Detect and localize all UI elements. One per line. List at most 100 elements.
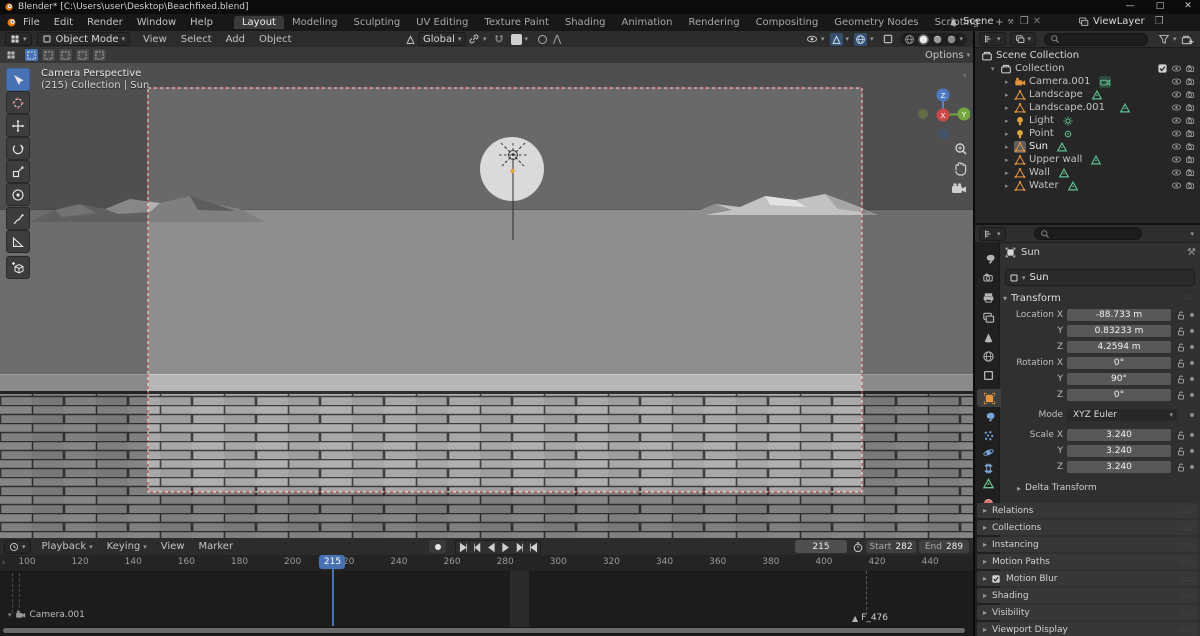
playhead-frame-badge[interactable]: 215 bbox=[319, 555, 346, 569]
shading-rendered-icon[interactable] bbox=[946, 34, 957, 45]
outliner-filter-button[interactable]: ▾ bbox=[1158, 33, 1177, 45]
lock-icon[interactable] bbox=[1176, 390, 1186, 401]
select-mode-new[interactable] bbox=[24, 48, 39, 62]
new-collection-button[interactable] bbox=[1181, 33, 1194, 46]
menu-file[interactable]: File bbox=[16, 17, 47, 28]
properties-tab-render[interactable] bbox=[977, 268, 999, 286]
overlays-toggle-icon[interactable] bbox=[854, 32, 868, 46]
mode-dropdown[interactable]: Object Mode ▾ bbox=[36, 32, 131, 46]
outliner-row-point[interactable]: ▸ Point bbox=[975, 127, 1200, 140]
eye-icon[interactable] bbox=[1171, 167, 1182, 178]
motion-blur-checkbox[interactable] bbox=[991, 574, 1001, 584]
eye-icon[interactable] bbox=[1171, 76, 1182, 87]
animate-dot[interactable] bbox=[1190, 449, 1194, 453]
eye-icon[interactable] bbox=[1171, 154, 1182, 165]
pin-id-icon[interactable]: ⚒ bbox=[1187, 247, 1196, 258]
timeline-menu-marker[interactable]: Marker bbox=[192, 541, 241, 552]
select-mode-invert[interactable] bbox=[75, 48, 90, 62]
workspace-tab-animation[interactable]: Animation bbox=[614, 16, 681, 29]
viewport-3d[interactable]: Camera Perspective (215) Collection | Su… bbox=[0, 63, 973, 538]
play-button[interactable] bbox=[498, 542, 512, 554]
disclosure-icon[interactable]: ▾ bbox=[991, 65, 1000, 73]
delta-transform-panel[interactable]: ▸ Delta Transform bbox=[1017, 483, 1097, 493]
options-dropdown[interactable]: Options ▾ bbox=[925, 50, 970, 61]
select-mode-subtract[interactable] bbox=[58, 48, 73, 62]
properties-tab-object-data[interactable] bbox=[977, 474, 999, 492]
disclosure-icon[interactable]: ▸ bbox=[1005, 169, 1014, 177]
eye-icon[interactable] bbox=[1171, 180, 1182, 191]
shading-wireframe-icon[interactable] bbox=[904, 34, 915, 45]
tool-annotate[interactable] bbox=[6, 207, 30, 230]
tool-transform[interactable] bbox=[6, 183, 30, 206]
lock-icon[interactable] bbox=[1176, 462, 1186, 473]
menu-edit[interactable]: Edit bbox=[47, 17, 80, 28]
transform-field-8[interactable]: 3.240 bbox=[1067, 445, 1171, 457]
outliner-row-sun[interactable]: ▸ Sun bbox=[975, 140, 1200, 153]
disclosure-icon[interactable]: ▸ bbox=[1005, 156, 1014, 164]
panel-grip[interactable]: :::: bbox=[1183, 293, 1196, 301]
outliner-row-collection[interactable]: ▾ Collection bbox=[975, 62, 1200, 75]
auto-key-button[interactable] bbox=[429, 540, 446, 553]
prev-keyframe-button[interactable] bbox=[470, 542, 484, 554]
minimize-button[interactable]: — bbox=[1118, 1, 1142, 11]
eye-icon[interactable] bbox=[1171, 89, 1182, 100]
lock-icon[interactable] bbox=[1176, 326, 1186, 337]
eye-icon[interactable] bbox=[1171, 141, 1182, 152]
lock-icon[interactable] bbox=[1176, 342, 1186, 353]
transform-field-2[interactable]: 4.2594 m bbox=[1067, 341, 1171, 353]
disable-render-icon[interactable] bbox=[1185, 167, 1196, 178]
proportional-edit-icon[interactable] bbox=[538, 34, 548, 44]
outliner-row-scene-collection[interactable]: Scene Collection bbox=[975, 49, 1200, 62]
outliner-row-landscape[interactable]: ▸ Landscape bbox=[975, 88, 1200, 101]
animate-dot[interactable] bbox=[1190, 345, 1194, 349]
tool-scale[interactable] bbox=[6, 160, 30, 183]
transform-field-7[interactable]: 3.240 bbox=[1067, 429, 1171, 441]
properties-tab-output[interactable] bbox=[977, 288, 999, 306]
scene-selector[interactable]: Scene ⚒ ❐ ✕ bbox=[948, 16, 1041, 27]
lock-icon[interactable] bbox=[1176, 446, 1186, 457]
editor-type-button[interactable]: ▾ bbox=[5, 32, 32, 46]
object-name-field[interactable]: ▾ Sun bbox=[1005, 269, 1195, 286]
transform-field-1[interactable]: 0.83233 m bbox=[1067, 325, 1171, 337]
lock-icon[interactable] bbox=[1176, 358, 1186, 369]
lock-icon[interactable] bbox=[1176, 374, 1186, 385]
gizmos-toggle-icon[interactable] bbox=[829, 32, 843, 46]
section-instancing[interactable]: ▸ Instancing:::: bbox=[977, 537, 1198, 552]
transform-field-9[interactable]: 3.240 bbox=[1067, 461, 1171, 473]
shading-solid-icon[interactable] bbox=[917, 33, 929, 45]
outliner-search-input[interactable] bbox=[1044, 32, 1149, 46]
select-mode-intersect[interactable] bbox=[92, 48, 107, 62]
workspace-tab-shading[interactable]: Shading bbox=[557, 16, 614, 29]
snapping-controls[interactable]: ▾ ▾ ⋀ bbox=[468, 33, 561, 45]
snap-target-icon[interactable] bbox=[468, 33, 480, 45]
outliner-display-mode[interactable]: ▾ bbox=[1009, 32, 1037, 46]
transform-field-4[interactable]: 90° bbox=[1067, 373, 1171, 385]
sidebar-toggle-icon[interactable]: ‹ bbox=[963, 71, 967, 81]
properties-options-icon[interactable]: ▾ bbox=[1190, 230, 1194, 238]
animate-dot[interactable] bbox=[1190, 465, 1194, 469]
disable-render-icon[interactable] bbox=[1185, 76, 1196, 87]
close-button[interactable]: ✕ bbox=[1178, 1, 1198, 11]
blender-menu-icon[interactable] bbox=[6, 17, 16, 28]
animate-dot[interactable] bbox=[1190, 393, 1194, 397]
timeline-editor-type-button[interactable]: ▾ bbox=[4, 539, 31, 554]
outliner-row-landscape-001[interactable]: ▸ Landscape.001 bbox=[975, 101, 1200, 114]
animate-dot[interactable] bbox=[1190, 361, 1194, 365]
disclosure-icon[interactable]: ▸ bbox=[1005, 104, 1014, 112]
transform-panel-header[interactable]: ▾ Transform bbox=[1003, 293, 1061, 304]
proportional-falloff-icon[interactable] bbox=[510, 33, 522, 45]
region-toggle-icon[interactable]: › bbox=[2, 558, 5, 567]
animate-dot[interactable] bbox=[1190, 377, 1194, 381]
eye-icon[interactable] bbox=[1171, 63, 1182, 74]
eye-icon[interactable] bbox=[1171, 115, 1182, 126]
frame-start-field[interactable]: Start 282 bbox=[866, 540, 916, 553]
workspace-tab-sculpting[interactable]: Sculpting bbox=[345, 16, 408, 29]
tool-cursor[interactable] bbox=[6, 91, 30, 114]
snap-magnet-icon[interactable] bbox=[493, 33, 505, 45]
timeline-menu-playback[interactable]: Playback ▾ bbox=[35, 541, 100, 552]
eye-icon[interactable] bbox=[1171, 128, 1182, 139]
disable-render-icon[interactable] bbox=[1185, 63, 1196, 74]
outliner-editor-type-button[interactable]: ▾ bbox=[979, 32, 1006, 46]
workspace-tab-layout[interactable]: Layout bbox=[233, 16, 284, 29]
properties-search-input[interactable] bbox=[1033, 227, 1142, 240]
